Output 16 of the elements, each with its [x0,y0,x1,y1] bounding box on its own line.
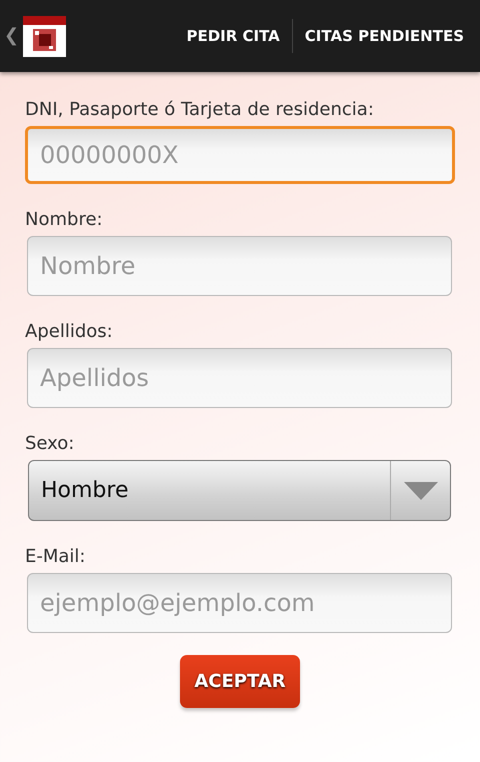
input-field[interactable]: 00000000X [25,126,455,184]
tab[interactable]: PEDIR CITA [174,24,292,48]
input-field[interactable]: Nombre [27,236,452,296]
input-field[interactable]: ejemplo@ejemplo.com [27,573,452,633]
field-label: DNI, Pasaporte ó Tarjeta de residencia: [25,98,375,122]
field-label: E-Mail: [25,545,86,569]
back-caret-icon[interactable]: ❮ [4,27,20,45]
field-label: Nombre: [25,208,104,232]
dropdown-arrow-icon [404,482,438,500]
dropdown[interactable]: Hombre [28,460,451,521]
input-field[interactable]: Apellidos [27,348,452,408]
tab[interactable]: CITAS PENDIENTES [292,24,476,48]
field-label: Apellidos: [25,320,114,344]
app-logo-icon [23,16,66,56]
accept-button[interactable]: ACEPTAR [180,655,300,708]
field-label: Sexo: [25,432,76,456]
